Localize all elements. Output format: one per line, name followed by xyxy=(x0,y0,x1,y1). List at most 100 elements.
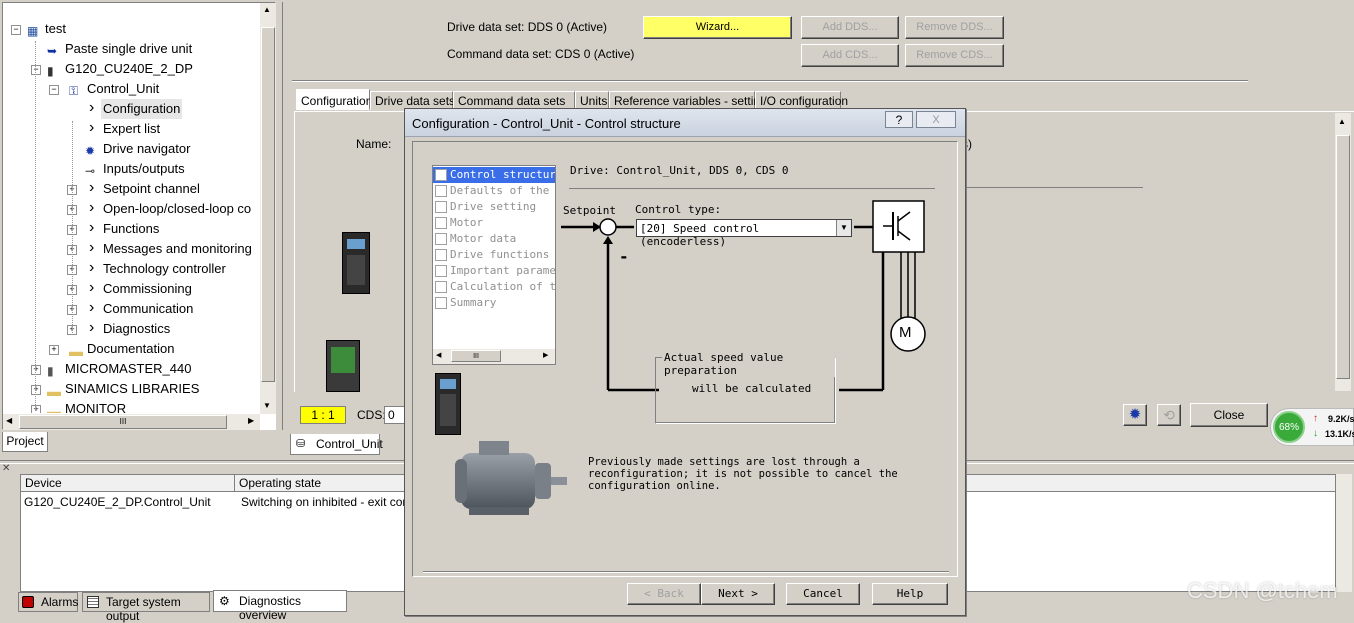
step-scroll-thumb[interactable]: III xyxy=(451,350,501,362)
wizard-button[interactable]: Wizard... xyxy=(643,16,792,39)
scroll-right-icon[interactable]: ▶ xyxy=(248,416,254,425)
scroll-left-icon[interactable]: ◀ xyxy=(436,351,441,359)
close-button[interactable]: Close xyxy=(1190,403,1268,427)
tree-item[interactable]: − ▮ G120_CU240E_2_DP xyxy=(3,59,261,79)
upload-arrow-icon: ↑ xyxy=(1313,413,1318,424)
tree-item[interactable]: − ⚿ Control_Unit xyxy=(3,79,261,99)
tree-item[interactable]: + › Functions xyxy=(3,219,261,239)
tree-item[interactable]: + ▬ Documentation xyxy=(3,339,261,359)
tree-item-label: Messages and monitoring xyxy=(103,241,252,256)
page-vertical-scrollbar[interactable]: ▲ xyxy=(1335,113,1351,391)
wizard-step[interactable]: Control structure xyxy=(433,167,555,183)
diagnostics-hscroll[interactable] xyxy=(1336,474,1352,592)
wizard-step[interactable]: Summary xyxy=(433,295,555,311)
tree-item[interactable]: + ▬ SINAMICS LIBRARIES xyxy=(3,379,261,399)
tree-item[interactable]: ✹ Drive navigator xyxy=(3,139,261,159)
tree-item[interactable]: + › Commissioning xyxy=(3,279,261,299)
tree-item-label: Inputs/outputs xyxy=(103,161,185,176)
expand-icon[interactable]: + xyxy=(31,405,41,413)
expand-icon[interactable]: + xyxy=(31,365,41,375)
add-dds-button[interactable]: Add DDS... xyxy=(801,16,899,39)
collapse-icon[interactable]: − xyxy=(11,25,21,35)
tree-item-label: Diagnostics xyxy=(103,321,171,336)
gear-icon: ✹ xyxy=(1128,406,1142,423)
chevron-down-icon[interactable]: ▼ xyxy=(836,220,851,236)
remove-cds-button[interactable]: Remove CDS... xyxy=(905,44,1004,67)
tree-item-label: G120_CU240E_2_DP xyxy=(65,61,193,76)
cancel-button[interactable]: Cancel xyxy=(786,583,860,605)
panel-close-icon[interactable]: ✕ xyxy=(2,463,10,474)
wizard-step[interactable]: Defaults of the setpoints xyxy=(433,183,555,199)
step-checkbox-icon xyxy=(435,249,447,261)
expand-icon[interactable]: + xyxy=(31,385,41,395)
tree-item[interactable]: + › Diagnostics xyxy=(3,319,261,339)
step-list-hscroll[interactable]: ◀ III ▶ xyxy=(433,349,555,364)
wizard-step[interactable]: Important parameters xyxy=(433,263,555,279)
wizard-step[interactable]: Drive setting xyxy=(433,199,555,215)
tree-horizontal-scrollbar[interactable]: ◀ III ▶ xyxy=(3,414,260,430)
chevron-right-icon: › xyxy=(89,199,95,216)
scroll-right-icon[interactable]: ▶ xyxy=(543,351,548,359)
scroll-left-icon[interactable]: ◀ xyxy=(6,416,12,425)
tree-item[interactable]: + › Communication xyxy=(3,299,261,319)
tab-alarms[interactable]: Alarms xyxy=(18,592,78,612)
chevron-right-icon: › xyxy=(89,259,95,276)
add-cds-button[interactable]: Add CDS... xyxy=(801,44,899,67)
tree-item[interactable]: + ▮ MICROMASTER_440 xyxy=(3,359,261,379)
motor-image xyxy=(455,439,567,521)
tab-project[interactable]: Project xyxy=(2,432,48,452)
tree-item[interactable]: + › Technology controller xyxy=(3,259,261,279)
gear-action-button[interactable]: ✹ xyxy=(1123,404,1147,426)
tree-item[interactable]: + › Setpoint channel xyxy=(3,179,261,199)
drive-unit-icon: ▮ xyxy=(47,364,54,378)
remove-dds-button[interactable]: Remove DDS... xyxy=(905,16,1004,39)
tab-configuration[interactable]: Configuration xyxy=(296,89,372,110)
tree-item[interactable]: ⊸ Inputs/outputs xyxy=(3,159,261,179)
tree-item[interactable]: › Configuration xyxy=(3,99,261,119)
network-speed-widget[interactable]: 68% ↑ 9.2K/s ↓ 13.1K/s xyxy=(1270,408,1354,446)
wizard-step[interactable]: Motor xyxy=(433,215,555,231)
step-checkbox-icon xyxy=(435,169,447,181)
tree-item[interactable]: › Expert list xyxy=(3,119,261,139)
back-button[interactable]: < Back xyxy=(627,583,701,605)
scroll-up-icon[interactable]: ▲ xyxy=(263,5,271,14)
tree-scroll-thumb[interactable] xyxy=(261,27,275,382)
tree-item-label: Expert list xyxy=(103,121,161,136)
tree-item[interactable]: + › Open-loop/closed-loop co xyxy=(3,199,261,219)
next-button[interactable]: Next > xyxy=(701,583,775,605)
tree-item-label: Paste single drive unit xyxy=(65,41,193,56)
tree-item[interactable]: ➥ Paste single drive unit xyxy=(3,39,261,59)
collapse-icon[interactable]: − xyxy=(31,65,41,75)
tree-item[interactable]: + ▬ MONITOR xyxy=(3,399,261,413)
chevron-right-icon: › xyxy=(89,319,95,336)
project-tree-content: − ▦ test ➥ Paste single drive unit − ▮ G120_CU2… xyxy=(3,3,261,413)
wizard-step[interactable]: Calculation of the motor data xyxy=(433,279,555,295)
page-scroll-thumb[interactable] xyxy=(1336,135,1350,379)
tree-vertical-scrollbar[interactable]: ▲ ▼ xyxy=(260,3,276,414)
dialog-help-button[interactable]: ? xyxy=(885,111,913,128)
tree-item-label: MICROMASTER_440 xyxy=(65,361,192,376)
scroll-up-icon[interactable]: ▲ xyxy=(1338,117,1346,126)
tab-control-unit[interactable]: ⛁ Control_Unit xyxy=(290,434,383,455)
dialog-close-button[interactable]: X xyxy=(916,111,956,128)
collapse-icon[interactable]: − xyxy=(49,85,59,95)
chevron-right-icon: › xyxy=(89,119,95,136)
tree-hscroll-thumb[interactable]: III xyxy=(19,415,227,429)
tab-target-system-output[interactable]: Target system output xyxy=(82,592,210,623)
wizard-step-label: Defaults of the setpoints xyxy=(450,184,555,197)
grid-icon xyxy=(87,596,99,608)
column-device[interactable]: Device xyxy=(21,475,235,492)
control-type-select[interactable]: [20] Speed control (encoderless) ▼ xyxy=(636,219,852,248)
wizard-step[interactable]: Drive functions xyxy=(433,247,555,263)
tree-item[interactable]: + › Messages and monitoring xyxy=(3,239,261,259)
scroll-down-icon[interactable]: ▼ xyxy=(263,401,271,410)
expand-icon[interactable]: + xyxy=(49,345,59,355)
tree-item[interactable]: − ▦ test xyxy=(3,19,261,39)
tab-diagnostics-overview[interactable]: ⚙ Diagnostics overview xyxy=(213,590,347,622)
tree-item-label: test xyxy=(45,21,66,36)
network-usage-gauge: 68% xyxy=(1273,411,1305,443)
refresh-button[interactable]: ⟲ xyxy=(1157,404,1181,426)
wizard-step[interactable]: Motor data xyxy=(433,231,555,247)
dialog-title-bar[interactable]: Configuration - Control_Unit - Control s… xyxy=(405,109,965,137)
help-button[interactable]: Help xyxy=(872,583,948,605)
